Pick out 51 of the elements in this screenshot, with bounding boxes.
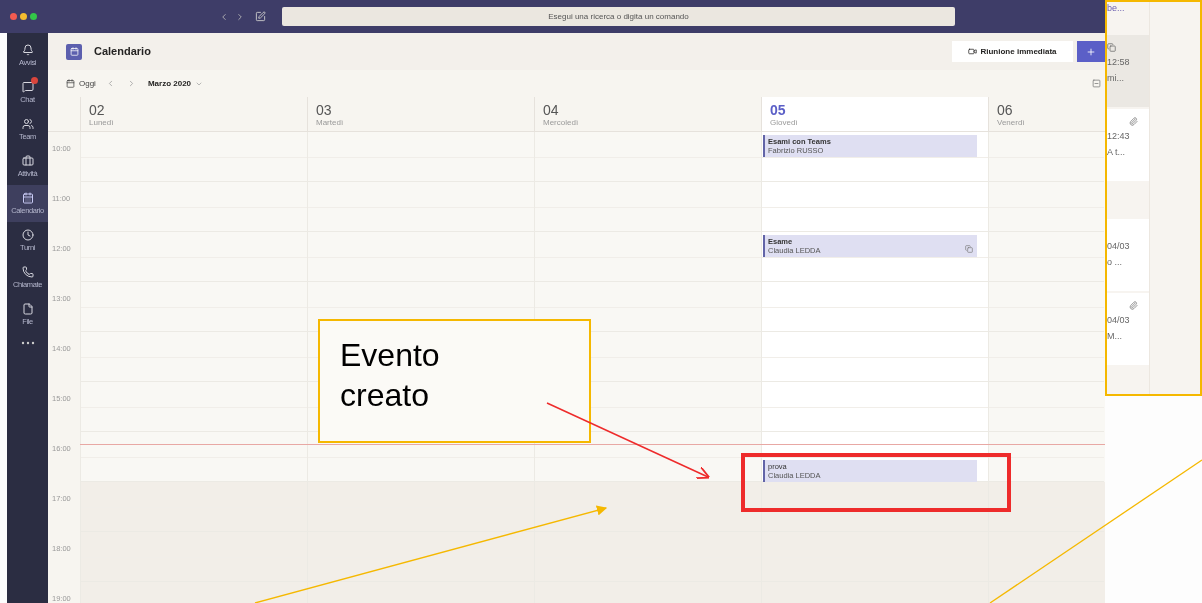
item-time: 04/03 <box>1107 314 1130 326</box>
weekday-label: Venerdì <box>997 118 1025 128</box>
item-preview: A t... <box>1107 146 1125 158</box>
chat-list-item[interactable]: 12:43 A t... <box>1107 109 1149 181</box>
today-button[interactable]: Oggi <box>66 77 96 90</box>
back-icon[interactable] <box>219 11 229 22</box>
weekday-label: Martedì <box>316 118 344 128</box>
weekday-label: Giovedì <box>770 118 798 128</box>
chat-list-item[interactable]: 12:58 mi... <box>1107 35 1149 107</box>
team-icon <box>21 118 34 130</box>
weekday-label: Lunedì <box>89 118 114 128</box>
view-toggle-icon[interactable] <box>1092 79 1101 88</box>
calendar-icon <box>66 79 75 88</box>
item-time: 12:43 <box>1107 130 1130 142</box>
page-title: Calendario <box>94 44 151 60</box>
search-field[interactable]: Esegui una ricerca o digita un comando <box>282 7 955 26</box>
day-number: 02 <box>89 102 105 118</box>
calendar-app-icon <box>66 43 82 60</box>
chat-list-item[interactable]: 04/03 o ... <box>1107 219 1149 291</box>
item-preview: mi... <box>1107 72 1124 84</box>
day-number: 05 <box>770 102 786 118</box>
weekday-label: Mercoledì <box>543 118 579 128</box>
event-icon <box>965 245 973 253</box>
day-number: 03 <box>316 102 332 118</box>
paperclip-icon <box>1129 117 1138 126</box>
briefcase-icon <box>21 155 34 167</box>
calendar-icon <box>21 192 34 204</box>
compose-icon[interactable] <box>255 11 266 22</box>
more-icon[interactable] <box>20 341 35 345</box>
bell-icon <box>21 44 34 56</box>
clock-icon <box>21 229 34 241</box>
video-icon <box>968 47 978 56</box>
item-time: 12:58 <box>1107 56 1130 68</box>
item-preview: o ... <box>1107 256 1122 268</box>
day-header[interactable]: 05 Giovedì <box>761 97 988 131</box>
chat-icon <box>21 81 34 93</box>
paperclip-icon <box>1129 301 1138 310</box>
inset-text: be... <box>1107 2 1125 14</box>
day-number: 04 <box>543 102 559 118</box>
chat-list-item[interactable]: 04/03 M... <box>1107 293 1149 365</box>
plus-icon <box>1086 46 1096 57</box>
phone-icon <box>21 266 34 278</box>
new-meeting-button[interactable] <box>1077 41 1105 62</box>
item-time: 04/03 <box>1107 240 1130 252</box>
meet-now-button[interactable]: Riunione immediata <box>952 41 1073 62</box>
month-picker[interactable]: Marzo 2020 <box>147 77 204 90</box>
callout-text: Evento creato <box>340 336 441 415</box>
forward-icon[interactable] <box>235 11 245 22</box>
file-icon <box>21 303 34 315</box>
item-preview: M... <box>1107 330 1122 342</box>
day-number: 06 <box>997 102 1013 118</box>
